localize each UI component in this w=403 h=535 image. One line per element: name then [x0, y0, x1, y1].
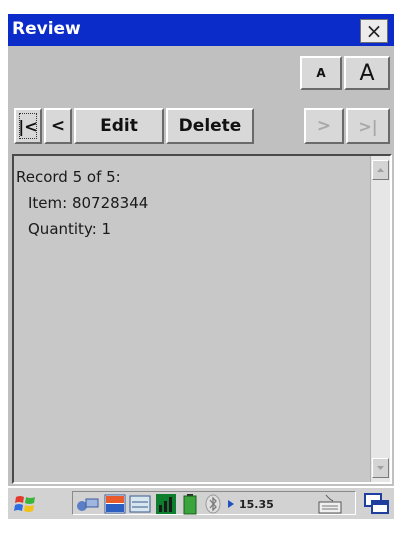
- keypad-icon[interactable]: [129, 494, 151, 514]
- scroll-down-arrow-icon: [377, 466, 384, 470]
- signal-icon[interactable]: [155, 493, 177, 515]
- system-tray: 15.35: [72, 491, 356, 515]
- record-item: Item: 80728344: [28, 194, 149, 212]
- font-small-button[interactable]: A: [300, 56, 342, 90]
- network-icon[interactable]: [75, 494, 101, 514]
- keyboard-icon[interactable]: [317, 493, 343, 515]
- battery-icon[interactable]: [183, 493, 197, 515]
- edit-button[interactable]: Edit: [74, 108, 164, 144]
- window-title: Review: [12, 19, 81, 39]
- close-button[interactable]: ×: [360, 19, 388, 43]
- next-record-button[interactable]: >: [304, 108, 344, 144]
- app-window: Review × A A |< < Edit Delete > >| Recor…: [8, 14, 394, 519]
- record-header: Record 5 of 5:: [16, 168, 121, 186]
- bluetooth-icon[interactable]: [205, 494, 221, 514]
- windows-flag-icon[interactable]: [14, 493, 38, 515]
- ime-icon[interactable]: [104, 494, 126, 514]
- vertical-scrollbar[interactable]: [370, 156, 390, 482]
- record-display[interactable]: Record 5 of 5: Item: 80728344 Quantity: …: [12, 154, 392, 484]
- previous-record-button[interactable]: <: [44, 108, 72, 144]
- clock[interactable]: 15.35: [239, 498, 274, 511]
- delete-button[interactable]: Delete: [166, 108, 254, 144]
- scroll-up-arrow-icon: [377, 168, 384, 172]
- title-bar: Review ×: [8, 14, 394, 46]
- scroll-up-button[interactable]: [372, 160, 389, 180]
- taskbar: 15.35: [8, 486, 394, 519]
- record-quantity: Quantity: 1: [28, 220, 112, 238]
- last-record-button[interactable]: >|: [346, 108, 390, 144]
- task-switch-icon[interactable]: [364, 493, 390, 515]
- scroll-down-button[interactable]: [372, 458, 389, 478]
- font-large-button[interactable]: A: [344, 56, 390, 90]
- first-record-button[interactable]: |<: [14, 108, 42, 144]
- tray-arrow-icon[interactable]: [227, 499, 235, 509]
